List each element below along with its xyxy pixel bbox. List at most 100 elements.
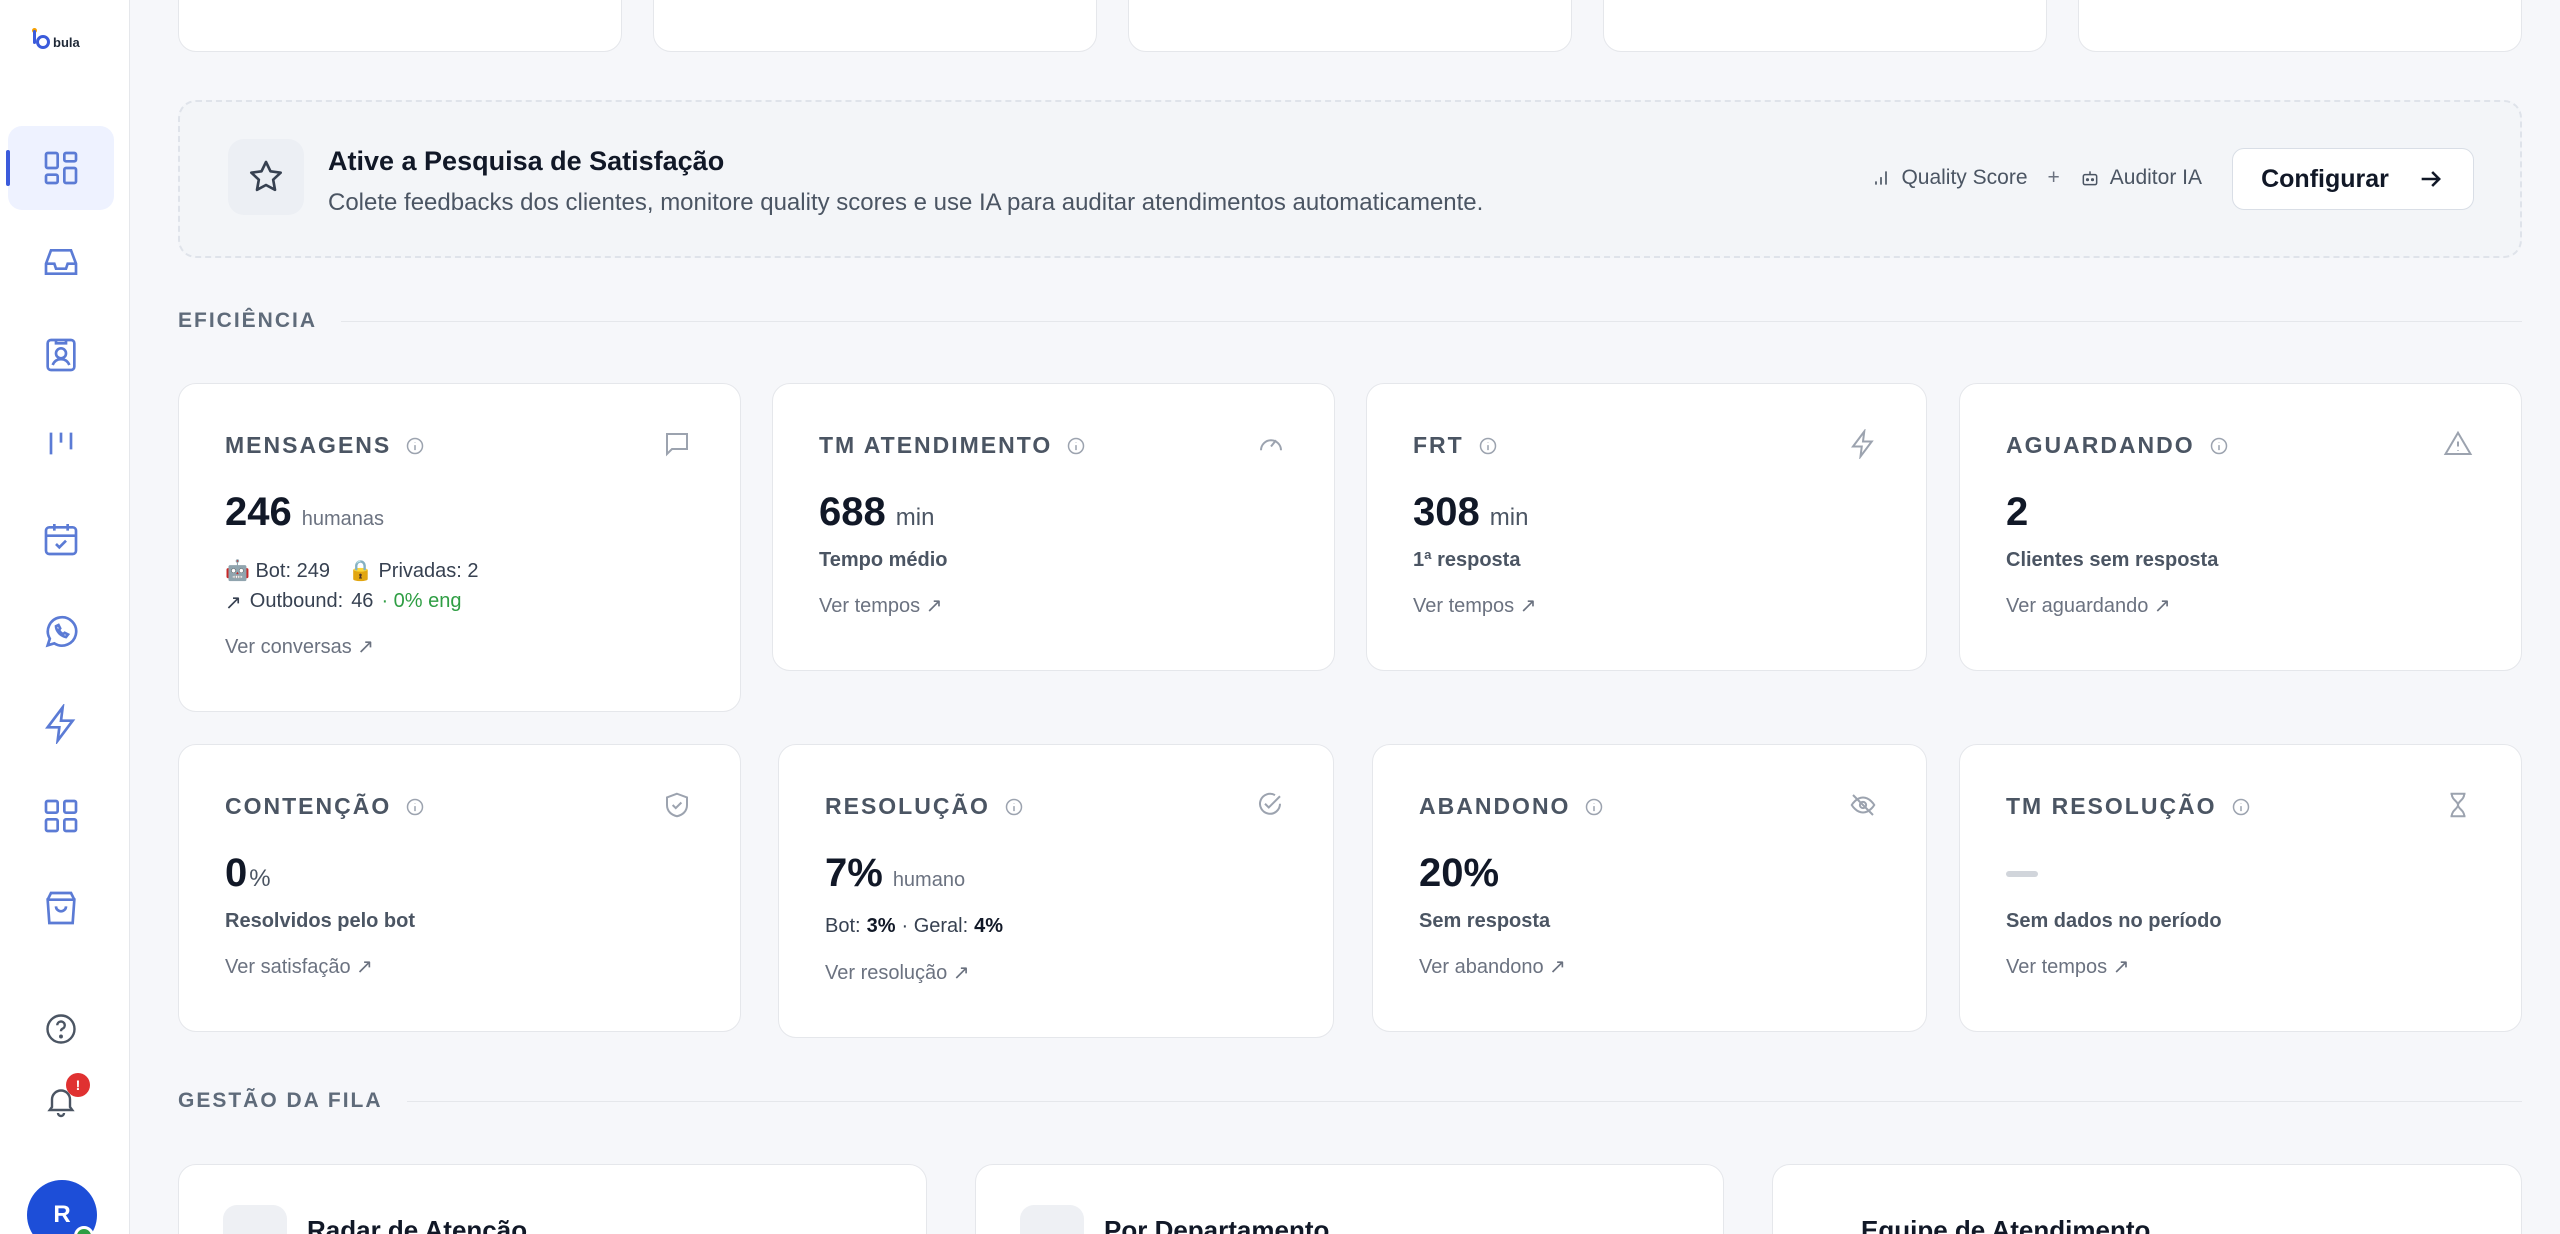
app-logo[interactable]: bula: [32, 28, 92, 54]
metric-value: 688 min: [819, 490, 934, 535]
bot-value: 249: [296, 560, 330, 582]
metric-label: FRT: [1413, 432, 1498, 459]
bot-label: Bot:: [255, 560, 292, 582]
lock-icon: 🔒: [347, 560, 373, 582]
info-icon[interactable]: [1584, 797, 1604, 817]
metric-label: TM ATENDIMENTO: [819, 432, 1086, 459]
metric-description: Clientes sem resposta: [2006, 549, 2219, 571]
metric-sub: humano: [892, 869, 966, 891]
bot-label: Bot:: [825, 915, 861, 937]
sidebar-item-inbox[interactable]: [8, 220, 114, 304]
configure-button-label: Configurar: [2261, 164, 2389, 193]
metric-label: ABANDONO: [1419, 793, 1604, 820]
metric-unit: min: [1489, 504, 1529, 531]
department-card: Por Departamento: [975, 1164, 1724, 1234]
top-card: [1603, 0, 2047, 52]
inbox-icon: [44, 249, 78, 275]
section-gestao-fila: GESTÃO DA FILA: [178, 1089, 2522, 1113]
bar-chart-icon: [1875, 171, 1888, 185]
metric-value: 0 %: [225, 851, 271, 896]
sidebar-item-kanban[interactable]: [8, 404, 114, 488]
view-times-link[interactable]: Ver tempos ↗: [1413, 593, 1536, 618]
view-waiting-link[interactable]: Ver aguardando ↗: [2006, 593, 2171, 618]
metric-card-contencao: CONTENÇÃO 0 % Resolvidos pelo bot Ver sa…: [178, 744, 741, 1032]
store-icon: [46, 891, 76, 925]
metric-label: RESOLUÇÃO: [825, 793, 1024, 820]
apps-icon: [44, 799, 78, 833]
view-conversations-link[interactable]: Ver conversas ↗: [225, 634, 374, 659]
notification-badge: !: [66, 1073, 90, 1097]
banner-description: Colete feedbacks dos clientes, monitore …: [328, 189, 1484, 216]
metric-value: 20%: [1419, 851, 1499, 896]
info-icon[interactable]: [405, 436, 425, 456]
info-icon[interactable]: [1004, 797, 1024, 817]
metric-card-aguardando: AGUARDANDO 2 Clientes sem resposta Ver a…: [1959, 383, 2522, 671]
sidebar-item-apps[interactable]: [8, 774, 114, 858]
metric-label-text: TM ATENDIMENTO: [819, 432, 1053, 458]
metric-value: 246 humanas: [225, 490, 384, 535]
shield-check-icon: [666, 792, 688, 818]
banner-icon-box: [228, 139, 304, 215]
card-title: Radar de Atenção: [307, 1215, 528, 1234]
sidebar-item-store[interactable]: [8, 866, 114, 950]
help-button[interactable]: [38, 1006, 84, 1052]
privadas-value: 2: [467, 560, 479, 582]
robot-icon: [2082, 171, 2098, 186]
metric-label-text: CONTENÇÃO: [225, 793, 392, 819]
metric-description: Sem resposta: [1419, 910, 1551, 932]
department-icon-box: [1020, 1205, 1084, 1234]
metric-number: 308: [1413, 490, 1480, 534]
empty-value-dash: [2006, 871, 2038, 877]
bot-value: 3%: [866, 915, 896, 937]
sidebar-item-contacts[interactable]: [8, 313, 114, 397]
view-resolution-link[interactable]: Ver resolução ↗: [825, 960, 970, 985]
sidebar-item-automation[interactable]: [8, 682, 114, 766]
info-icon[interactable]: [405, 797, 425, 817]
metric-description: Tempo médio: [819, 549, 948, 571]
top-card: [178, 0, 622, 52]
info-icon[interactable]: [2231, 797, 2251, 817]
sidebar-item-whatsapp[interactable]: [8, 590, 114, 674]
metric-label: MENSAGENS: [225, 432, 425, 459]
info-icon[interactable]: [1478, 436, 1498, 456]
view-abandonment-link[interactable]: Ver abandono ↗: [1419, 954, 1566, 979]
top-card: [653, 0, 1097, 52]
private-count: 🔒 Privadas: 2: [348, 558, 479, 583]
team-card: Equipe de Atendimento: [1772, 1164, 2522, 1234]
auditor-ia-label: Auditor IA: [2109, 166, 2202, 189]
radar-card: Radar de Atenção: [178, 1164, 927, 1234]
banner-title: Ative a Pesquisa de Satisfação: [328, 146, 725, 176]
metric-description: Resolvidos pelo bot: [225, 910, 416, 932]
metric-card-tm-atendimento: TM ATENDIMENTO 688 min Tempo médio Ver t…: [772, 383, 1335, 671]
sidebar-item-dashboard[interactable]: [6, 126, 114, 210]
info-icon[interactable]: [2209, 436, 2229, 456]
view-times-link[interactable]: Ver tempos ↗: [2006, 954, 2129, 979]
metric-label: AGUARDANDO: [2006, 432, 2229, 459]
info-icon[interactable]: [1066, 436, 1086, 456]
top-card: [1128, 0, 1572, 52]
view-times-link[interactable]: Ver tempos ↗: [819, 593, 942, 618]
metric-label-text: FRT: [1413, 432, 1464, 458]
metric-value: [2006, 851, 2038, 877]
card-title: Por Departamento: [1104, 1215, 1330, 1234]
privadas-label: Privadas:: [378, 560, 462, 582]
outbound-value: 46: [351, 590, 374, 612]
geral-value: 4%: [974, 915, 1004, 937]
help-icon: [46, 1014, 76, 1044]
top-card: [2078, 0, 2522, 52]
card-title: Equipe de Atendimento: [1861, 1215, 2151, 1234]
calendar-icon: [44, 524, 78, 556]
configure-button[interactable]: Configurar: [2232, 148, 2474, 210]
bot-icon: 🤖: [225, 560, 250, 582]
sidebar-item-calendar[interactable]: [8, 497, 114, 581]
metric-number: 246: [225, 490, 292, 534]
eye-off-icon: [1850, 794, 1876, 816]
view-satisfaction-link[interactable]: Ver satisfação ↗: [225, 954, 373, 979]
lightning-icon: [1851, 429, 1874, 459]
metric-breakdown: 🤖 Bot: 249 🔒 Privadas: 2: [225, 558, 479, 583]
plus-separator: +: [2047, 166, 2060, 189]
metric-label-text: TM RESOLUÇÃO: [2006, 793, 2217, 819]
banner-tags: Quality Score + Auditor IA: [1871, 166, 2202, 190]
outbound-icon: ↗: [225, 592, 242, 614]
logo-mark: [33, 30, 50, 49]
